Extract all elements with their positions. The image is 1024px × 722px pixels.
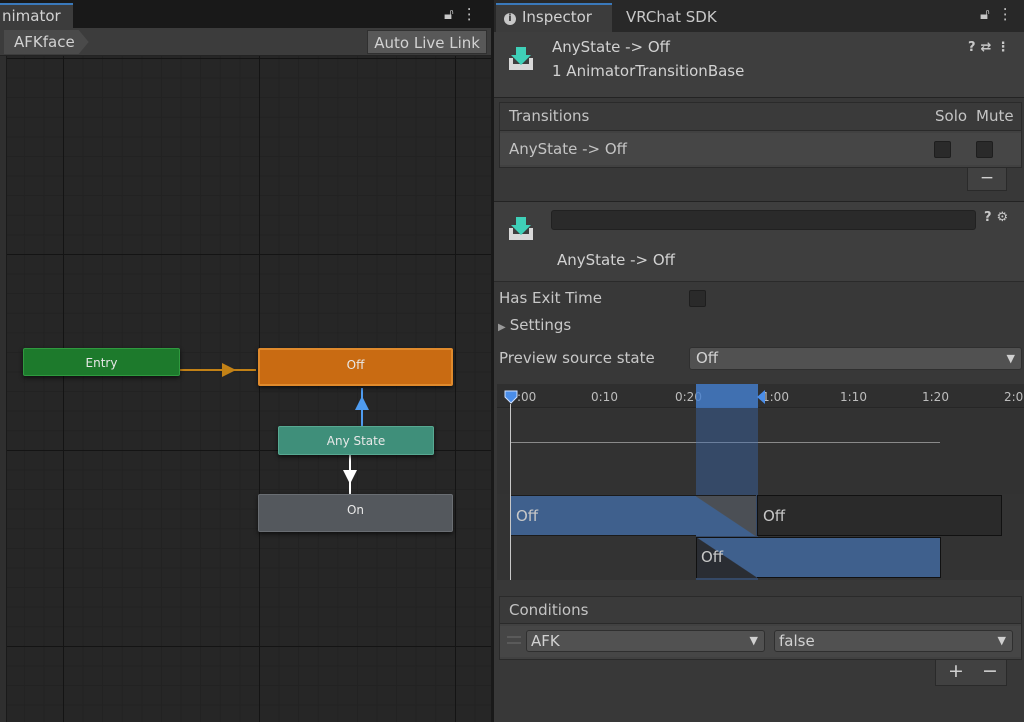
mute-column-label: Mute — [976, 107, 1014, 125]
remove-transition-button[interactable]: − — [967, 168, 1007, 191]
animator-window: nimator 🔓︎⋮ AFKface Auto Live Link Entry… — [0, 0, 491, 722]
settings-transition-label: AnyState -> Off — [557, 251, 676, 269]
transition-icon — [509, 47, 533, 70]
transition-timeline[interactable]: :00 0:10 0:20 1:00 1:10 1:20 2:0 Off Off… — [497, 384, 1024, 580]
foldout-arrow-icon: ▶ — [498, 322, 506, 333]
condition-value-dropdown[interactable]: false ▼ — [774, 630, 1013, 652]
inspector-header: AnyState -> Off 1 AnimatorTransitionBase… — [494, 32, 1024, 98]
tick-label: 0:10 — [591, 390, 618, 404]
has-exit-time-checkbox[interactable] — [689, 290, 706, 307]
conditions-footer: + − — [935, 660, 1007, 686]
timeline-cursor — [510, 404, 511, 580]
solo-checkbox[interactable] — [934, 141, 951, 158]
help-icon[interactable]: ? — [968, 40, 981, 55]
transition-settings-header: ?⚙ AnyState -> Off — [494, 201, 1024, 282]
exit-marker-icon[interactable] — [755, 389, 767, 405]
tab-vrchat-sdk[interactable]: VRChat SDK — [618, 5, 725, 30]
conditions-list: Conditions AFK ▼ false ▼ — [499, 596, 1022, 660]
edge-entry-arrow — [222, 363, 236, 377]
transitions-list: Transitions Solo Mute AnyState -> Off — [499, 102, 1022, 168]
drag-handle-icon[interactable] — [507, 636, 521, 644]
state-node-entry[interactable]: Entry — [23, 348, 180, 376]
edge-any-to-off-arrow — [355, 396, 369, 410]
inspector-subtitle: 1 AnimatorTransitionBase — [552, 62, 745, 80]
mute-checkbox[interactable] — [976, 141, 993, 158]
tick-label: :00 — [517, 390, 537, 404]
help-icon[interactable]: ? — [984, 210, 997, 225]
edge-any-to-on-arrow — [343, 470, 357, 484]
transition-name: AnyState -> Off — [509, 140, 628, 158]
tick-label: 1:10 — [840, 390, 867, 404]
transition-duration-handle[interactable] — [696, 384, 758, 408]
info-icon: i — [504, 13, 516, 25]
chevron-down-icon: ▼ — [749, 634, 758, 647]
add-condition-button[interactable]: + — [948, 660, 964, 682]
destination-state-bar[interactable]: Off — [757, 495, 1002, 536]
presets-icon[interactable]: ⇄ — [981, 40, 997, 55]
tick-label: 2:0 — [1004, 390, 1024, 404]
transitions-title: Transitions — [509, 107, 590, 125]
state-node-on[interactable]: On — [258, 494, 453, 532]
kebab-menu-icon[interactable]: ⋮ — [996, 40, 1014, 55]
inspector-title: AnyState -> Off — [552, 38, 671, 56]
preview-source-label: Preview source state — [499, 349, 655, 367]
gear-icon[interactable]: ⚙ — [997, 210, 1014, 225]
conditions-title: Conditions — [500, 597, 1021, 624]
state-node-off[interactable]: Off — [258, 348, 453, 386]
chevron-down-icon: ▼ — [1006, 352, 1015, 365]
playhead-marker-icon[interactable] — [504, 390, 518, 404]
solo-column-label: Solo — [935, 107, 968, 125]
settings-foldout[interactable]: ▶ Settings — [498, 316, 571, 334]
condition-parameter-dropdown[interactable]: AFK ▼ — [526, 630, 765, 652]
settings-foldout-label: Settings — [509, 316, 572, 334]
remove-condition-button[interactable]: − — [982, 660, 998, 682]
condition-value: false — [779, 632, 815, 650]
lock-icon[interactable]: 🔓︎ — [980, 5, 998, 23]
inspector-window: i Inspector VRChat SDK 🔓︎⋮ AnyState -> Of… — [494, 0, 1024, 722]
list-item[interactable]: AnyState -> Off — [500, 133, 1021, 165]
transition-name-field[interactable] — [551, 210, 976, 230]
kebab-menu-icon[interactable]: ⋮ — [998, 5, 1021, 23]
inspector-tabbar: i Inspector VRChat SDK 🔓︎⋮ — [494, 0, 1024, 32]
tab-inspector[interactable]: i Inspector — [496, 3, 612, 32]
blend-overlay — [696, 496, 756, 536]
has-exit-time-label: Has Exit Time — [499, 289, 602, 307]
list-item[interactable]: AFK ▼ false ▼ — [500, 626, 1021, 657]
destination-state-label: Off — [701, 548, 724, 566]
chevron-down-icon: ▼ — [997, 634, 1006, 647]
preview-source-dropdown[interactable]: Off ▼ — [689, 347, 1022, 370]
tab-inspector-label: Inspector — [522, 8, 592, 26]
tick-label: 1:20 — [922, 390, 949, 404]
preview-source-value: Off — [696, 349, 719, 367]
timeline-graph — [497, 409, 1024, 494]
transition-icon — [509, 217, 533, 240]
condition-parameter-value: AFK — [531, 632, 560, 650]
state-node-any-state[interactable]: Any State — [278, 426, 434, 455]
transitions-header: Transitions Solo Mute — [500, 103, 1021, 131]
